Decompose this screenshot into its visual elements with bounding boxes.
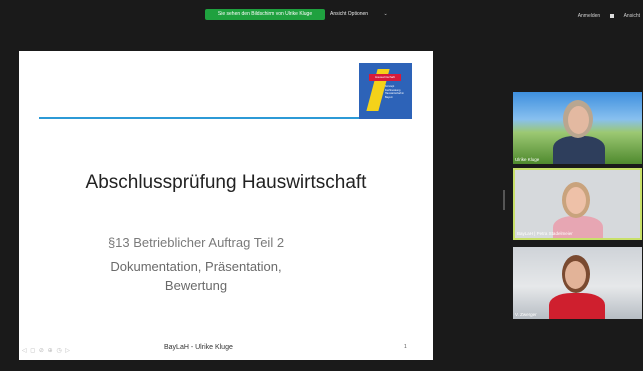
participant-name: V. Zwerger <box>515 312 537 317</box>
participant-body <box>553 216 603 238</box>
participant-video-ulrike[interactable]: Ulrike Kluge <box>513 92 642 164</box>
chevron-down-icon[interactable]: ⌄ <box>383 11 387 17</box>
participant-video-petra[interactable]: BayLaH | Petra Stadelmeier <box>513 168 642 240</box>
shared-screen-area: Hauswirtschaft Konzept Fachberatung Haus… <box>5 49 505 365</box>
participant-face <box>565 261 586 289</box>
participant-body <box>549 293 605 319</box>
sign-in-button[interactable]: Anmelden <box>578 13 601 19</box>
participant-video-zwerger[interactable]: V. Zwerger <box>513 247 642 319</box>
top-right-controls: Anmelden Ansicht <box>570 13 640 19</box>
slide-footer: BayLaH - Ulrike Kluge <box>164 344 233 351</box>
top-bar: Sie sehen den Bildschirm von Ulrike Klug… <box>0 0 643 30</box>
slide-subtitle-1: §13 Betrieblicher Auftrag Teil 2 <box>107 235 285 250</box>
presentation-slide: Hauswirtschaft Konzept Fachberatung Haus… <box>19 51 433 360</box>
participant-face <box>566 187 586 214</box>
participant-name: Ulrike Kluge <box>515 157 540 162</box>
logo-text: Konzept Fachberatung Hauswirtschaft in B… <box>385 85 405 99</box>
slide-subtitle-2: Dokumentation, Präsentation, <box>110 259 282 274</box>
panel-resize-handle[interactable] <box>503 190 505 210</box>
screen-share-banner: Sie sehen den Bildschirm von Ulrike Klug… <box>205 9 325 20</box>
slide-accent-line <box>39 117 360 119</box>
grid-icon <box>609 13 614 18</box>
logo-red-banner: Hauswirtschaft <box>369 74 401 81</box>
view-options-menu[interactable]: Ansicht Optionen ⌄ <box>330 9 388 20</box>
participant-name: BayLaH | Petra Stadelmeier <box>517 231 573 236</box>
hauswirtschaft-logo: Hauswirtschaft Konzept Fachberatung Haus… <box>359 63 412 119</box>
view-button[interactable]: Ansicht <box>609 13 640 19</box>
slide-subtitle-3: Bewertung <box>164 278 228 293</box>
slideshow-controls[interactable]: ◁ ◻ ⊘ ⊕ ◷ ▷ <box>22 347 71 354</box>
view-options-label: Ansicht Optionen <box>330 11 369 17</box>
participant-body <box>553 136 605 164</box>
slide-page-number: 1 <box>404 344 407 350</box>
participant-face <box>568 106 589 134</box>
slide-title: Abschlussprüfung Hauswirtschaft <box>85 172 367 193</box>
